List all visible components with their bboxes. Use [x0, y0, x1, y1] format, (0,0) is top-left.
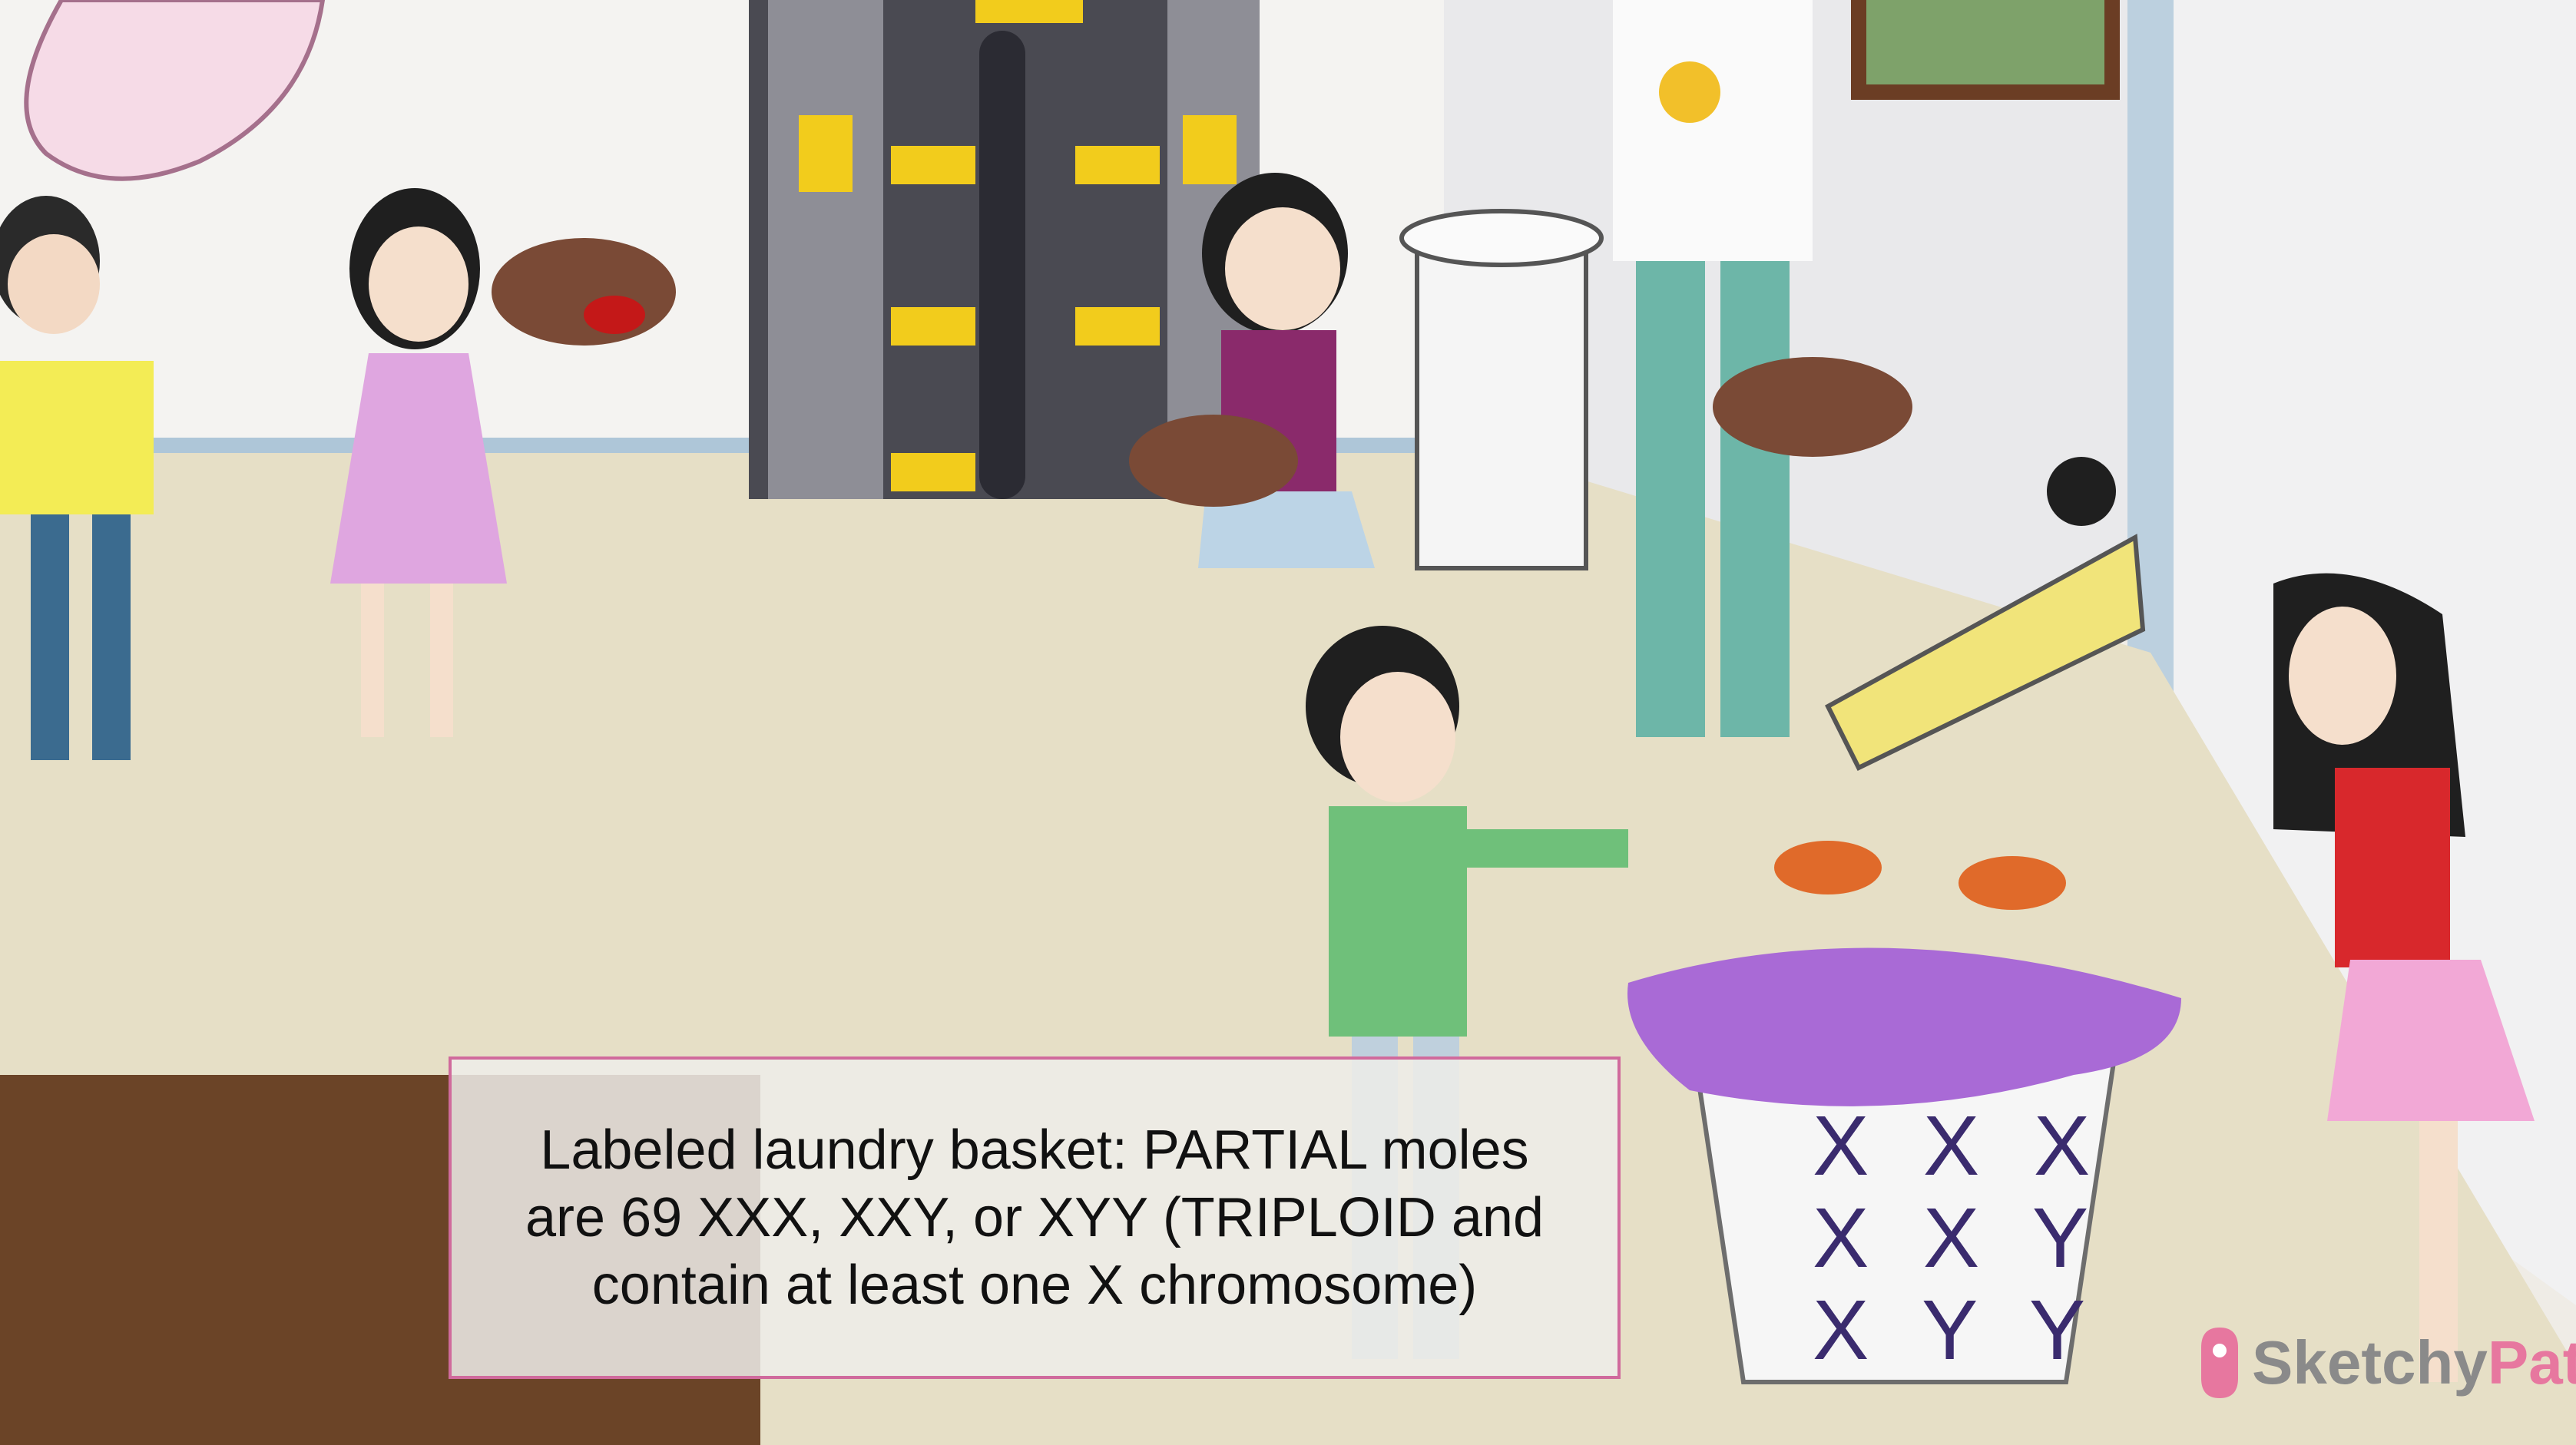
caption-text: Labeled laundry basket: PARTIAL moles ar… — [525, 1119, 1544, 1316]
shelf-door — [979, 31, 1025, 499]
pedestal-top — [1399, 209, 1604, 267]
basket-label-row: X X X — [1813, 1099, 2105, 1193]
basket-label-row: X Y Y — [1813, 1283, 2101, 1377]
logo-text-sketchy: Sketchy — [2252, 1328, 2488, 1397]
pedestal — [1415, 228, 1588, 570]
caption-callout: Labeled laundry basket: PARTIAL moles ar… — [449, 1056, 1621, 1379]
picture — [1866, 0, 2104, 84]
logo-text-path: Path — [2487, 1328, 2576, 1397]
basket-labels: X X XX X YX Y Y — [1813, 1099, 2105, 1377]
basket-label-row: X X Y — [1813, 1191, 2104, 1285]
sketchy-path-logo: Sketchy Path — [2198, 1321, 2576, 1405]
pin-icon — [2201, 1328, 2238, 1398]
shelf-column-left — [768, 0, 883, 499]
